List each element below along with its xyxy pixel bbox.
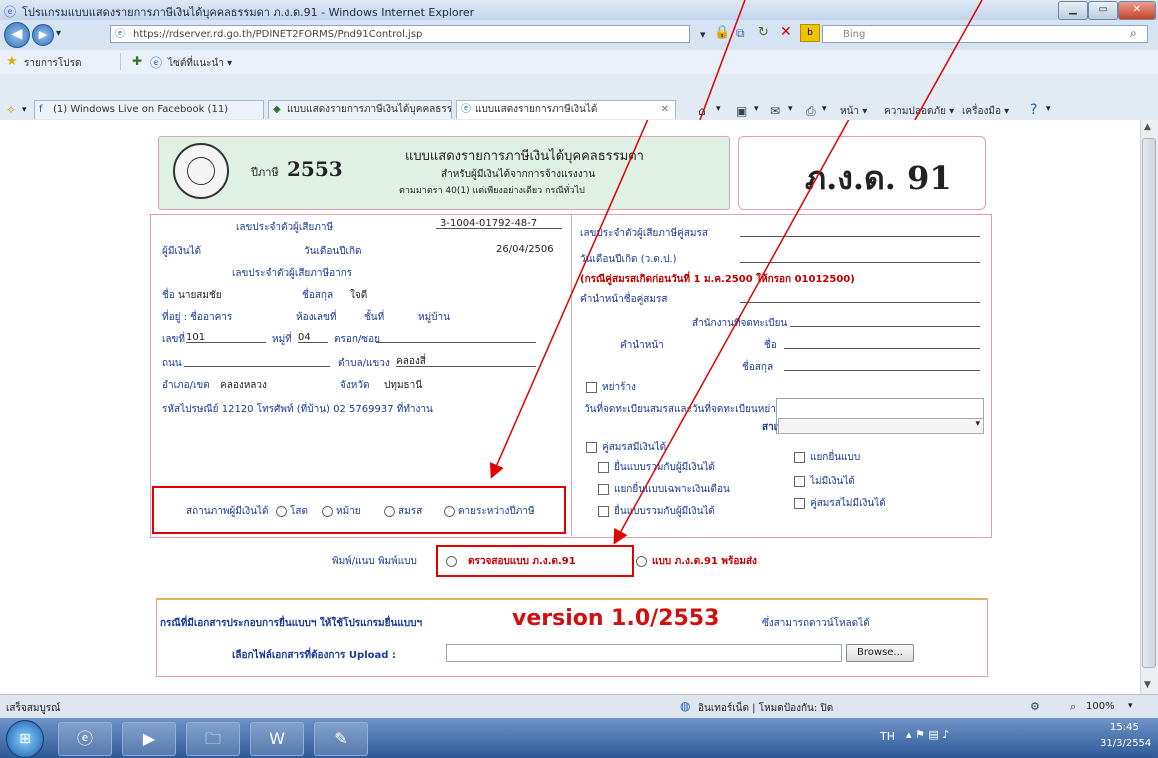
paint-icon: ✎ <box>334 729 348 748</box>
taskbar: ⊞ ⓔ ▶ 🗀 W ✎ TH ▴ ⚑ ▤ ♪ 15:45 31/3/2554 <box>0 718 1158 758</box>
language-indicator[interactable]: TH <box>880 730 895 743</box>
page-content: ปีภาษี 2553 แบบแสดงรายการภาษีเงินได้บุคค… <box>0 120 1140 694</box>
taskbar-explorer[interactable]: 🗀 <box>186 722 240 756</box>
status-bar: เสร็จสมบูรณ์ ◍ อินเทอร์เน็ต | โหมดป้องกั… <box>0 694 1158 719</box>
annotation-arrows-top <box>699 0 983 120</box>
word-icon: W <box>269 729 285 748</box>
zoom-level[interactable]: 100% <box>1086 701 1115 712</box>
taskbar-media[interactable]: ▶ <box>122 722 176 756</box>
clock-date[interactable]: 31/3/2554 <box>1100 738 1151 749</box>
scrollbar-thumb[interactable] <box>1142 138 1156 668</box>
start-button[interactable]: ⊞ <box>6 720 44 758</box>
annotation-arrow-status <box>489 120 649 479</box>
annotation-arrows <box>489 120 850 545</box>
media-player-icon: ▶ <box>142 729 156 748</box>
security-icon[interactable]: ⚙ <box>1030 700 1040 713</box>
zoom-dropdown-icon[interactable]: ▾ <box>1128 701 1133 711</box>
taskbar-paint[interactable]: ✎ <box>314 722 368 756</box>
clock-time[interactable]: 15:45 <box>1110 722 1139 733</box>
scroll-up-icon[interactable]: ▲ <box>1144 122 1151 132</box>
tray-icons[interactable]: ▴ ⚑ ▤ ♪ <box>906 728 949 741</box>
status-text: เสร็จสมบูรณ์ <box>6 703 61 714</box>
annotation-arrow-print <box>613 120 850 545</box>
taskbar-ie[interactable]: ⓔ <box>58 722 112 756</box>
windows-logo-icon: ⊞ <box>19 731 31 747</box>
zone-text[interactable]: อินเทอร์เน็ต | โหมดป้องกัน: ปิด <box>698 701 833 716</box>
ie-taskbar-icon: ⓔ <box>76 729 93 748</box>
folder-icon: 🗀 <box>204 729 221 748</box>
scroll-down-icon[interactable]: ▼ <box>1144 680 1151 690</box>
taskbar-word[interactable]: W <box>250 722 304 756</box>
internet-zone-icon: ◍ <box>680 699 691 713</box>
zoom-icon[interactable]: ⌕ <box>1070 700 1076 714</box>
